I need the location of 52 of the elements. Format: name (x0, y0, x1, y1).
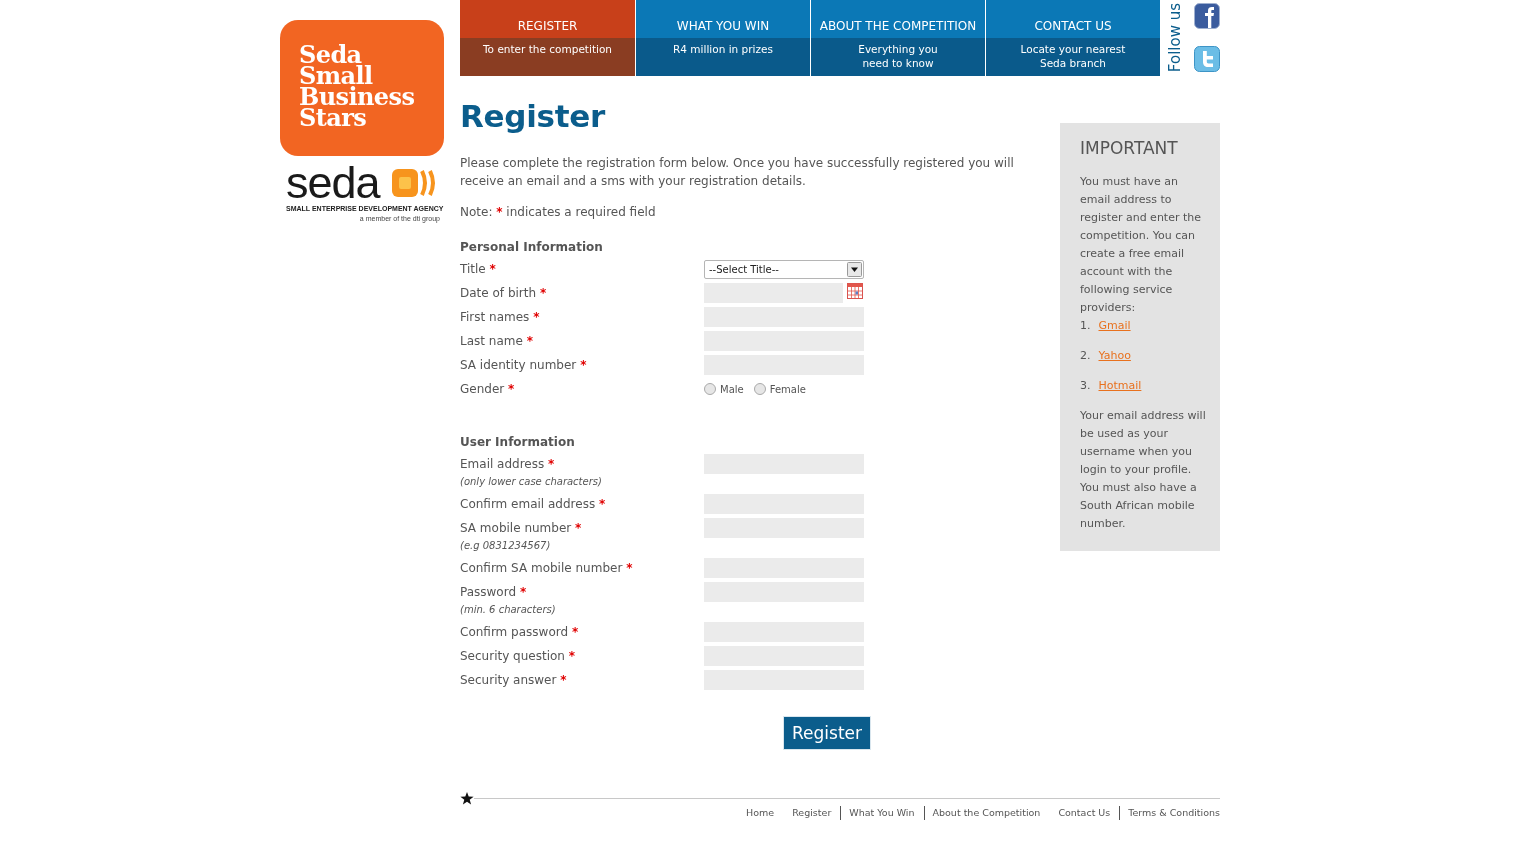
field-label: First names * (460, 309, 541, 326)
list-number: 3. (1080, 378, 1091, 394)
panel-text: Your email address will be used as your username when you login to your profile. You must also have a South African mobile number. (1080, 408, 1207, 532)
facebook-icon[interactable] (1194, 3, 1220, 29)
section-heading: Personal Information (460, 239, 604, 256)
star-icon (460, 792, 474, 805)
footer-link[interactable]: Contact Us (1058, 806, 1111, 820)
twitter-icon[interactable] (1194, 46, 1220, 72)
field-label: Date of birth * (460, 285, 548, 302)
section-heading: User Information (460, 434, 576, 451)
footer-link[interactable]: About the Competition (923, 806, 1041, 820)
field-label: Confirm SA mobile number * (460, 560, 634, 577)
caret-icon (847, 262, 862, 277)
field-label: SA mobile number * (460, 520, 583, 537)
nav-tab[interactable]: CONTACT US Locate your nearest Seda branch (985, 0, 1160, 76)
field-label: Title * (460, 261, 497, 278)
radio-label: Female (769, 382, 806, 397)
page-title: Register (460, 97, 607, 136)
panel-heading: IMPORTANT (1080, 137, 1179, 159)
squares-logo-icon (392, 169, 438, 197)
radio-button[interactable] (704, 383, 716, 395)
intro-text: Please complete the registration form below. Once you have successfully registered you will receive an email and a sms with your registration details. (460, 155, 1015, 190)
calendar-icon (847, 283, 863, 299)
panel-text: You must have an email address to register and enter the competition. You can create a free email account with the following service providers: (1080, 174, 1202, 316)
list-number: 1. (1080, 318, 1091, 334)
field-hint: (min. 6 characters) (460, 603, 557, 617)
field-label: Gender * (460, 381, 516, 398)
field-hint: (only lower case characters) (460, 475, 603, 489)
register-button[interactable]: Register (783, 716, 871, 750)
field-label: Last name * (460, 333, 534, 350)
footer-link[interactable]: Terms & Conditions (1119, 806, 1220, 820)
field-hint: (e.g 0831234567) (460, 539, 552, 553)
field-label: Email address * (460, 456, 556, 473)
nav-tab[interactable]: ABOUT THE COMPETITION Everything you need to know (810, 0, 985, 76)
footer-link[interactable]: Home (746, 806, 775, 820)
logo-title: Seda Small Business Stars (299, 44, 415, 128)
field-label: Security question * (460, 648, 577, 665)
list-number: 2. (1080, 348, 1091, 364)
follow-us-label: Follow us (1166, 3, 1184, 73)
title-select[interactable]: --Select Title-- (704, 260, 864, 279)
nav-tab[interactable]: WHAT YOU WIN R4 million in prizes (635, 0, 810, 76)
field-label: Confirm password * (460, 624, 580, 641)
radio-button[interactable] (753, 383, 766, 395)
radio-label: Male (720, 382, 744, 397)
field-label: Confirm email address * (460, 496, 607, 513)
field-label: Security answer * (460, 672, 568, 689)
seda-wordmark: seda (286, 166, 380, 200)
required-note: Note: * indicates a required field (460, 204, 657, 221)
footer-link[interactable]: Register (792, 806, 832, 820)
field-label: SA identity number * (460, 357, 588, 374)
field-label: Password * (460, 584, 528, 601)
footer-link[interactable]: What You Win (840, 806, 915, 820)
